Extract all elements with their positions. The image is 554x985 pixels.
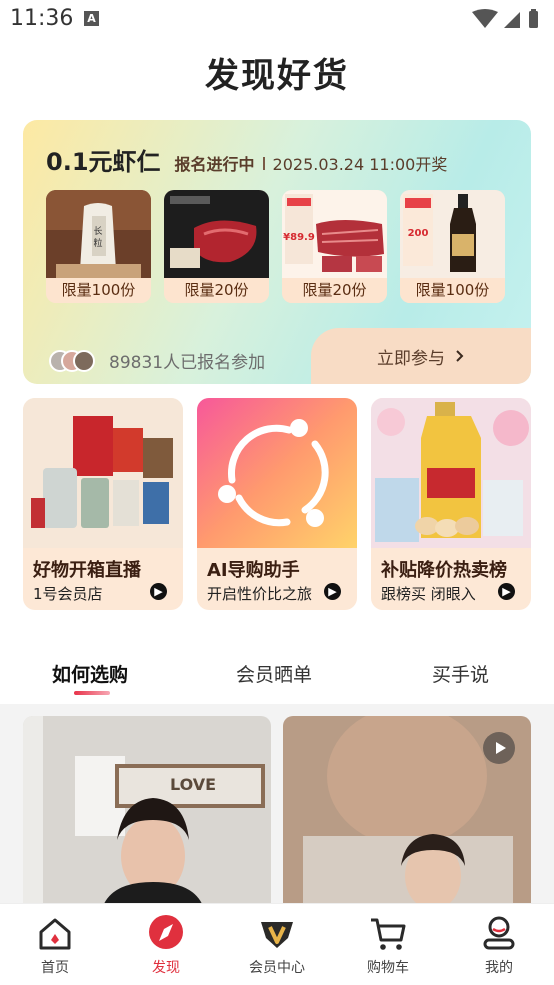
steak-image: ¥89.9: [282, 190, 387, 278]
feature-subtitle: 跟榜买 闭眼入: [381, 585, 476, 603]
nav-cart[interactable]: 购物车: [338, 914, 438, 977]
nav-member-center[interactable]: 会员中心: [227, 914, 327, 977]
product-card[interactable]: 200 限量100份: [400, 190, 505, 303]
tab-member-reviews[interactable]: 会员晒单: [236, 660, 312, 687]
svg-text:粒: 粒: [93, 237, 102, 249]
svg-text:LOVE: LOVE: [170, 775, 216, 794]
unboxing-image: [23, 398, 183, 548]
feature-card-hot-list[interactable]: 补贴降价热卖榜 跟榜买 闭眼入 ▶: [371, 398, 531, 610]
nav-label: 发现: [152, 960, 180, 976]
arrow-right-icon: ▶: [150, 583, 167, 600]
content-tabs: 如何选购 会员晒单 买手说: [0, 650, 554, 700]
join-now-button[interactable]: 立即参与: [311, 328, 531, 384]
status-time: 11:36: [10, 6, 74, 31]
nav-discover[interactable]: 发现: [116, 914, 216, 977]
nav-profile[interactable]: 我的: [449, 914, 549, 977]
nav-label: 首页: [41, 960, 69, 976]
feature-subtitle: 开启性价比之旅: [207, 585, 313, 603]
status-bar: 11:36 A: [0, 0, 554, 40]
svg-text:200: 200: [408, 228, 429, 239]
video-thumbnail: LOVE: [23, 716, 271, 906]
video-card[interactable]: LOVE: [23, 716, 271, 906]
oil-eggs-image: [371, 398, 531, 548]
soy-sauce-image: 200: [400, 190, 505, 278]
avatar-group: [49, 349, 99, 372]
arrow-right-icon: ▶: [498, 583, 515, 600]
feature-card-ai-assistant[interactable]: AI导购助手 开启性价比之旅 ▶: [197, 398, 357, 610]
system-status-icons: [472, 9, 538, 28]
notification-icon: A: [84, 11, 99, 26]
discover-icon: [149, 915, 183, 949]
product-limit-label: 限量20份: [282, 278, 387, 303]
nav-label: 我的: [485, 960, 513, 976]
promo-date: 2025.03.24 11:00开奖: [272, 155, 448, 174]
promo-products: 长 粒 限量100份 限量20份 ¥89.9 限量20份 200 限量100份: [46, 190, 505, 303]
promo-title: 0.1元虾仁: [46, 148, 161, 176]
feature-title: AI导购助手: [207, 560, 300, 581]
svg-text:¥89.9: ¥89.9: [283, 232, 315, 243]
feature-card-unboxing[interactable]: 好物开箱直播 1号会员店 ▶: [23, 398, 183, 610]
product-card[interactable]: ¥89.9 限量20份: [282, 190, 387, 303]
profile-icon: [483, 916, 515, 950]
feature-cards: 好物开箱直播 1号会员店 ▶ AI导购助手 开启性价比之旅 ▶ 补贴降价热卖榜 …: [23, 398, 531, 610]
bottom-nav: 首页 发现 会员中心 购物车 我的: [0, 903, 554, 985]
video-card[interactable]: [283, 716, 531, 906]
joined-count-text: 89831人已报名参加: [109, 353, 266, 373]
product-card[interactable]: 长 粒 限量100份: [46, 190, 151, 303]
promo-status: 报名进行中: [174, 155, 255, 174]
feature-title: 好物开箱直播: [33, 560, 141, 581]
arrow-right-icon: ▶: [324, 583, 341, 600]
avatar: [73, 349, 95, 372]
promo-header: 0.1元虾仁 报名进行中 2025.03.24 11:00开奖: [46, 142, 447, 177]
feature-title: 补贴降价热卖榜: [381, 560, 507, 581]
nav-home[interactable]: 首页: [5, 914, 105, 977]
svg-text:长: 长: [93, 225, 102, 237]
cart-icon: [371, 918, 406, 950]
play-icon[interactable]: [483, 732, 515, 764]
feature-subtitle: 1号会员店: [33, 585, 103, 603]
joined-users: 89831人已报名参加: [49, 348, 265, 373]
beef-image: [164, 190, 269, 278]
join-button-label: 立即参与: [377, 348, 445, 369]
ai-assistant-image: [197, 398, 357, 548]
product-limit-label: 限量100份: [400, 278, 505, 303]
nav-label: 购物车: [367, 960, 409, 976]
member-icon: [261, 922, 293, 948]
rice-bag-image: 长 粒: [46, 190, 151, 278]
chevron-right-icon: [456, 350, 464, 362]
active-tab-indicator: [74, 691, 110, 695]
product-limit-label: 限量100份: [46, 278, 151, 303]
tab-how-to-choose[interactable]: 如何选购: [52, 660, 128, 687]
product-limit-label: 限量20份: [164, 278, 269, 303]
tab-buyer-says[interactable]: 买手说: [432, 660, 489, 687]
promo-card[interactable]: 0.1元虾仁 报名进行中 2025.03.24 11:00开奖 长 粒 限量10…: [23, 120, 531, 384]
nav-label: 会员中心: [249, 960, 305, 976]
page-title: 发现好货: [205, 56, 349, 96]
product-card[interactable]: 限量20份: [164, 190, 269, 303]
divider: [262, 157, 265, 170]
home-icon: [39, 918, 71, 950]
